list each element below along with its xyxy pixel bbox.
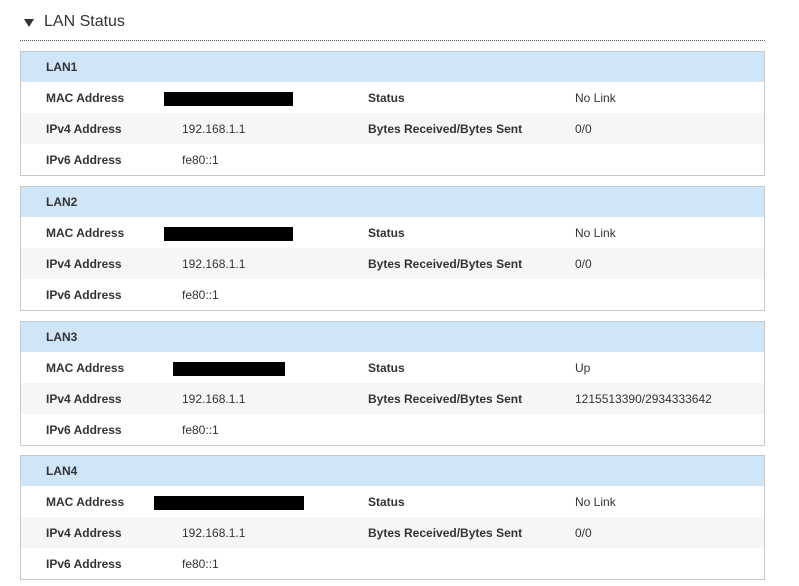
ipv4-address-value: 192.168.1.1 xyxy=(182,122,246,136)
ipv6-row: IPv6 Address fe80::1 xyxy=(21,414,764,445)
lan-port-panel-lan1: LAN1 MAC Address Status No Link IPv4 Add… xyxy=(20,51,765,176)
bytes-label: Bytes Received/Bytes Sent xyxy=(368,257,523,271)
lan-port-panel-lan2: LAN2 MAC Address Status No Link IPv4 Add… xyxy=(20,186,765,311)
port-header: LAN4 xyxy=(21,456,764,486)
bytes-label: Bytes Received/Bytes Sent xyxy=(368,526,523,540)
port-header: LAN3 xyxy=(21,322,764,352)
mac-address-label: MAC Address xyxy=(46,361,125,375)
port-name: LAN2 xyxy=(46,195,78,209)
ipv6-address-label: IPv6 Address xyxy=(46,288,122,302)
port-header: LAN2 xyxy=(21,187,764,217)
ipv4-address-label: IPv4 Address xyxy=(46,392,122,406)
status-value: Up xyxy=(575,361,591,375)
status-label: Status xyxy=(368,361,405,375)
ipv6-address-value: fe80::1 xyxy=(182,153,219,167)
ipv4-address-value: 192.168.1.1 xyxy=(182,257,246,271)
bytes-value: 0/0 xyxy=(575,526,592,540)
status-value: No Link xyxy=(575,91,616,105)
mac-address-redacted xyxy=(164,227,293,241)
status-value: No Link xyxy=(575,495,616,509)
section-title: LAN Status xyxy=(44,13,125,30)
bytes-value: 0/0 xyxy=(575,122,592,136)
mac-address-redacted xyxy=(154,496,304,510)
ipv6-row: IPv6 Address fe80::1 xyxy=(21,279,764,310)
ipv4-address-value: 192.168.1.1 xyxy=(182,392,246,406)
port-name: LAN4 xyxy=(46,464,78,478)
port-header: LAN1 xyxy=(21,52,764,82)
bytes-label: Bytes Received/Bytes Sent xyxy=(368,392,523,406)
ipv6-row: IPv6 Address fe80::1 xyxy=(21,548,764,579)
ipv4-address-value: 192.168.1.1 xyxy=(182,526,246,540)
mac-address-label: MAC Address xyxy=(46,495,125,509)
ipv6-address-value: fe80::1 xyxy=(182,288,219,302)
ipv4-bytes-row: IPv4 Address 192.168.1.1 Bytes Received/… xyxy=(21,113,764,144)
mac-status-row: MAC Address Status No Link xyxy=(21,82,764,113)
ipv4-address-label: IPv4 Address xyxy=(46,526,122,540)
mac-address-redacted xyxy=(164,92,293,106)
mac-address-label: MAC Address xyxy=(46,91,125,105)
collapse-triangle-icon[interactable] xyxy=(24,19,34,27)
mac-status-row: MAC Address Status No Link xyxy=(21,486,764,517)
status-value: No Link xyxy=(575,226,616,240)
port-name: LAN1 xyxy=(46,60,78,74)
bytes-value: 1215513390/2934333642 xyxy=(575,392,712,406)
ipv6-address-value: fe80::1 xyxy=(182,557,219,571)
status-label: Status xyxy=(368,91,405,105)
ipv4-bytes-row: IPv4 Address 192.168.1.1 Bytes Received/… xyxy=(21,248,764,279)
status-label: Status xyxy=(368,495,405,509)
ipv6-row: IPv6 Address fe80::1 xyxy=(21,144,764,175)
ipv4-address-label: IPv4 Address xyxy=(46,257,122,271)
ipv4-bytes-row: IPv4 Address 192.168.1.1 Bytes Received/… xyxy=(21,517,764,548)
mac-status-row: MAC Address Status Up xyxy=(21,352,764,383)
lan-port-panel-lan4: LAN4 MAC Address Status No Link IPv4 Add… xyxy=(20,455,765,580)
bytes-value: 0/0 xyxy=(575,257,592,271)
mac-address-redacted xyxy=(173,362,285,376)
ipv6-address-label: IPv6 Address xyxy=(46,557,122,571)
bytes-label: Bytes Received/Bytes Sent xyxy=(368,122,523,136)
status-label: Status xyxy=(368,226,405,240)
ipv6-address-label: IPv6 Address xyxy=(46,153,122,167)
ipv4-address-label: IPv4 Address xyxy=(46,122,122,136)
mac-address-label: MAC Address xyxy=(46,226,125,240)
mac-status-row: MAC Address Status No Link xyxy=(21,217,764,248)
ipv6-address-label: IPv6 Address xyxy=(46,423,122,437)
lan-status-section-header[interactable]: LAN Status xyxy=(20,8,765,41)
ipv6-address-value: fe80::1 xyxy=(182,423,219,437)
lan-port-panel-lan3: LAN3 MAC Address Status Up IPv4 Address … xyxy=(20,321,765,446)
port-name: LAN3 xyxy=(46,330,78,344)
ipv4-bytes-row: IPv4 Address 192.168.1.1 Bytes Received/… xyxy=(21,383,764,414)
